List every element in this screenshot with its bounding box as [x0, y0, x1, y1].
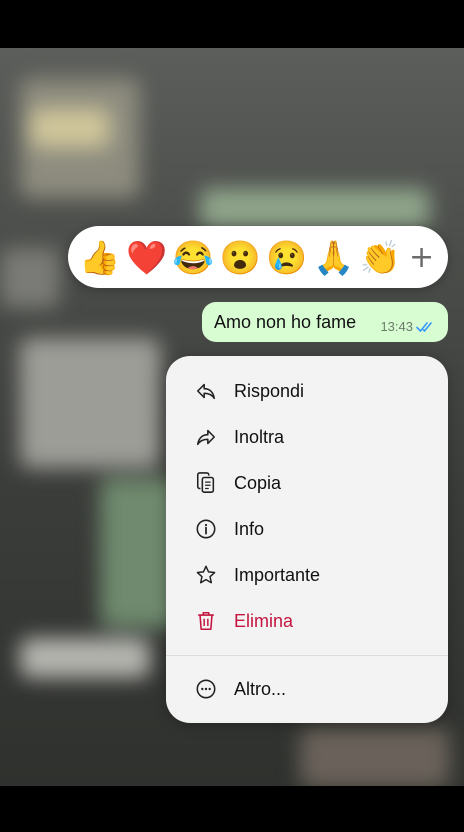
double-check-read-icon: [416, 321, 432, 332]
message-time: 13:43: [380, 319, 413, 334]
menu-item-star[interactable]: Importante: [166, 552, 448, 598]
menu-item-label: Elimina: [234, 610, 294, 631]
star-icon: [194, 563, 218, 587]
blurred-shape: [20, 638, 150, 678]
reaction-clapping-hands[interactable]: 👏: [360, 241, 401, 274]
reaction-thumbs-up[interactable]: 👍: [79, 241, 120, 274]
reaction-red-heart[interactable]: ❤️: [126, 241, 167, 274]
menu-item-label: Inoltra: [234, 426, 285, 447]
message-meta: 13:43: [380, 319, 436, 334]
more-reactions-button[interactable]: +: [407, 240, 437, 275]
blurred-shape: [0, 248, 60, 308]
menu-item-copy[interactable]: Copia: [166, 460, 448, 506]
trash-icon: [194, 609, 218, 633]
menu-item-label: Importante: [234, 564, 321, 585]
chat-screen: 👍 ❤️ 😂 😮 😢 🙏 👏 + Amo non ho fame 13:43 R…: [0, 48, 464, 786]
forward-icon: [194, 425, 218, 449]
copy-icon: [194, 471, 218, 495]
reaction-crying[interactable]: 😢: [266, 241, 307, 274]
message-text: Amo non ho fame: [214, 311, 357, 332]
menu-item-label: Copia: [234, 472, 282, 493]
reply-icon: [194, 379, 218, 403]
reaction-folded-hands[interactable]: 🙏: [313, 241, 354, 274]
menu-item-delete[interactable]: Elimina: [166, 598, 448, 644]
more-icon: [194, 677, 218, 701]
reaction-tears-of-joy[interactable]: 😂: [173, 241, 214, 274]
message-context-menu: Rispondi Inoltra Copia Info Importante E…: [166, 356, 448, 723]
menu-item-more[interactable]: Altro...: [166, 666, 448, 712]
menu-item-reply[interactable]: Rispondi: [166, 368, 448, 414]
blurred-shape: [300, 728, 450, 786]
bottom-bar: [0, 786, 464, 832]
blurred-shape: [20, 338, 160, 468]
info-icon: [194, 517, 218, 541]
reaction-surprised[interactable]: 😮: [220, 241, 261, 274]
menu-item-label: Altro...: [234, 678, 287, 699]
reaction-bar: 👍 ❤️ 😂 😮 😢 🙏 👏 +: [68, 226, 448, 288]
menu-divider: [166, 655, 448, 656]
menu-item-label: Rispondi: [234, 380, 305, 401]
message-bubble[interactable]: Amo non ho fame 13:43: [202, 302, 448, 342]
menu-item-forward[interactable]: Inoltra: [166, 414, 448, 460]
blurred-shape: [200, 188, 430, 228]
menu-item-info[interactable]: Info: [166, 506, 448, 552]
menu-item-label: Info: [234, 518, 265, 539]
blurred-shape: [30, 108, 110, 148]
